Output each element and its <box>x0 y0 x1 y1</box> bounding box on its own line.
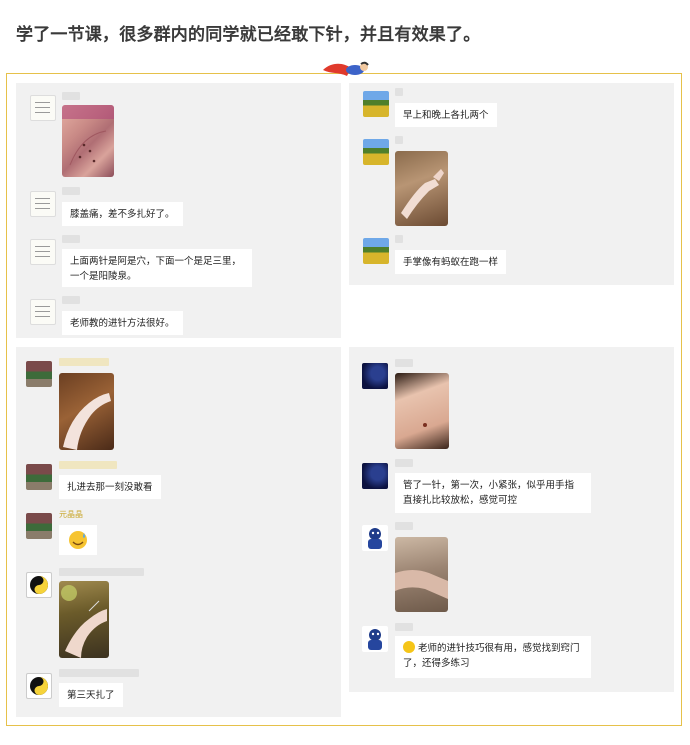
grin-emoji-icon <box>403 641 415 653</box>
avatar <box>26 361 52 387</box>
sender-name <box>62 92 80 100</box>
avatar <box>26 513 52 539</box>
forearm-photo[interactable] <box>395 537 448 612</box>
cartoon-figure-icon <box>368 629 382 650</box>
sender-name <box>62 235 80 243</box>
arm-photo-art <box>401 169 444 219</box>
avatar <box>362 463 388 489</box>
sender-name <box>395 459 413 467</box>
skin-photo-art <box>423 423 427 427</box>
message-bubble: 膝盖痛，差不多扎好了。 <box>62 202 183 226</box>
sender-name <box>59 669 139 677</box>
flying-hero-icon <box>323 61 369 76</box>
avatar <box>363 238 389 264</box>
sender-name <box>395 235 403 243</box>
message-bubble: 手掌像有蚂蚁在跑一样 <box>395 250 507 274</box>
sender-name <box>59 358 109 366</box>
message-bubble: 老师教的进针方法很好。 <box>62 311 183 335</box>
message-bubble: 扎进去那一刻没敢看 <box>59 475 161 499</box>
knee-photo[interactable] <box>62 105 114 177</box>
cartoon-figure-icon <box>368 528 382 549</box>
yin-yang-icon <box>30 677 48 695</box>
sender-name <box>395 359 413 367</box>
avatar <box>362 626 388 652</box>
avatar <box>363 91 389 117</box>
sender-name <box>395 522 413 530</box>
forearm-photo-art <box>395 570 448 599</box>
avatar <box>30 191 56 217</box>
sweat-smile-emoji-icon <box>69 531 87 549</box>
avatar <box>362 363 388 389</box>
message-text: 老师的进针技巧很有用，感觉找到窍门了，还得多练习 <box>403 643 580 669</box>
sender-name: 元晶晶 <box>59 510 83 519</box>
sender-name <box>59 461 117 469</box>
message-bubble: 上面两针是阿是穴，下面一个是足三里，一个是阳陵泉。 <box>62 249 252 287</box>
emoji-bubble <box>59 525 97 555</box>
sender-name <box>395 136 403 144</box>
avatar <box>363 139 389 165</box>
message-bubble: 管了一针，第一次，小紧张，似乎用手指直接扎比较放松，感觉可控 <box>395 473 591 513</box>
chat-panel-top-left: 膝盖痛，差不多扎好了。 上面两针是阿是穴，下面一个是足三里，一个是阳陵泉。 老师… <box>16 83 341 338</box>
message-bubble: 第三天扎了 <box>59 683 123 707</box>
knee-photo-art <box>62 105 114 166</box>
chat-panel-bottom-right: 管了一针，第一次，小紧张，似乎用手指直接扎比较放松，感觉可控 老师的进针技巧很有… <box>349 347 674 692</box>
avatar <box>26 572 52 598</box>
yin-yang-icon <box>30 576 48 594</box>
arm-photo[interactable] <box>395 151 448 226</box>
chat-panel-top-right: 早上和晚上各扎两个 手掌像有蚂蚁在跑一样 <box>349 83 674 285</box>
leg-photo-art <box>63 393 111 450</box>
message-bubble: 老师的进针技巧很有用，感觉找到窍门了，还得多练习 <box>395 636 591 678</box>
avatar <box>30 299 56 325</box>
avatar <box>26 464 52 490</box>
page-title: 学了一节课，很多群内的同学就已经敢下针，并且有效果了。 <box>16 25 481 45</box>
message-bubble: 早上和晚上各扎两个 <box>395 103 497 127</box>
sender-name <box>395 88 403 96</box>
avatar <box>362 525 388 551</box>
avatar <box>26 673 52 699</box>
skin-photo[interactable] <box>395 373 449 449</box>
leg-needle-photo-art <box>61 585 107 658</box>
sender-name <box>62 187 80 195</box>
leg-needle-photo[interactable] <box>59 581 109 658</box>
avatar <box>30 95 56 121</box>
sender-name <box>395 623 413 631</box>
sender-name <box>59 568 144 576</box>
chat-panel-bottom-left: 扎进去那一刻没敢看 元晶晶 第三天扎了 <box>16 347 341 717</box>
leg-photo[interactable] <box>59 373 114 450</box>
sender-name <box>62 296 80 304</box>
avatar <box>30 239 56 265</box>
